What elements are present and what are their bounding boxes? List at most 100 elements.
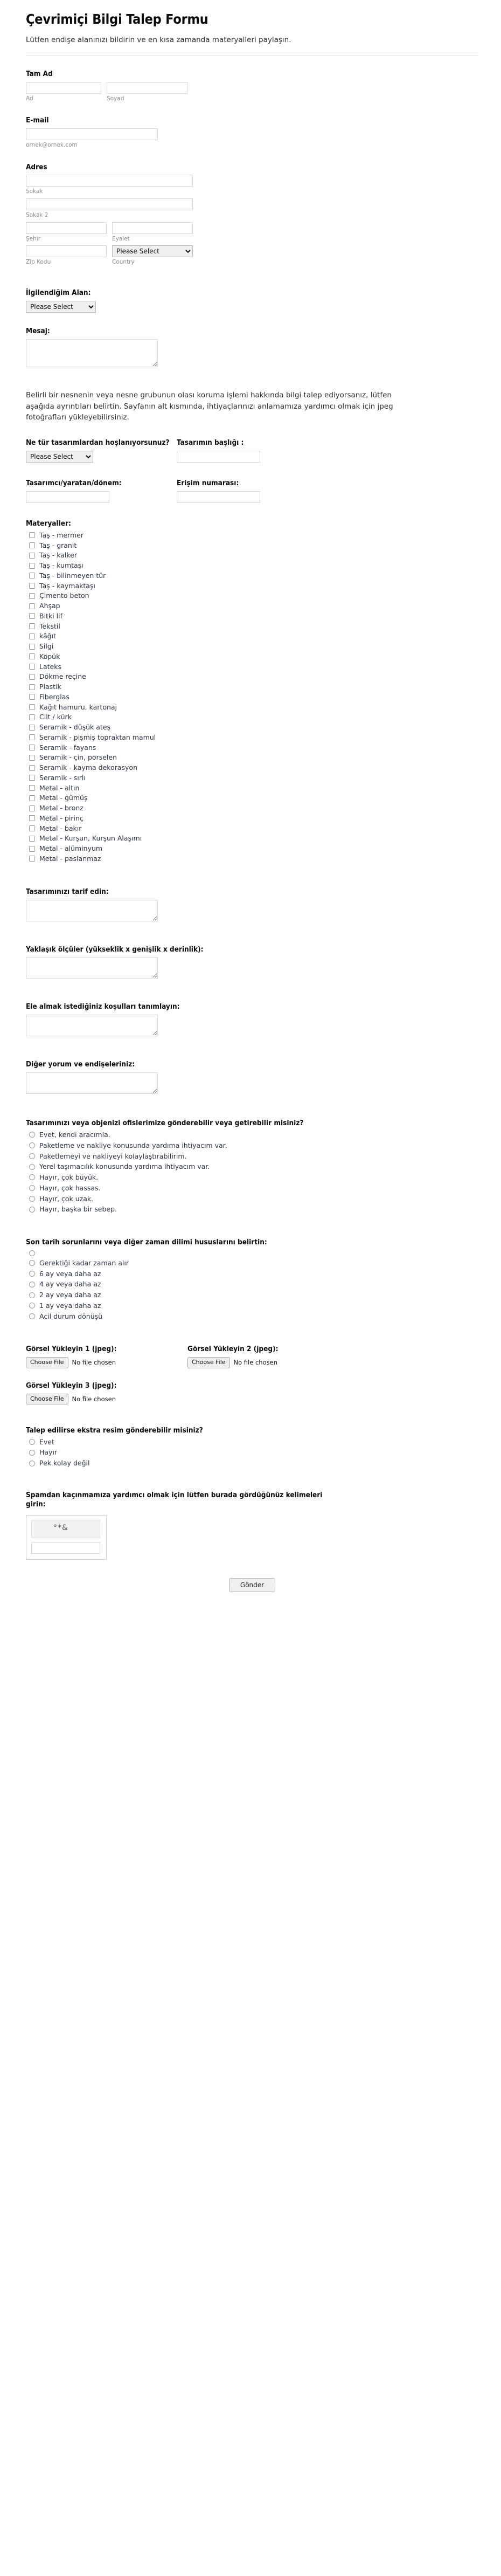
material-option-row[interactable]: Taş - bilinmeyen tür: [26, 572, 478, 580]
address-city-input[interactable]: [26, 222, 107, 234]
design-type-select[interactable]: Please Select: [26, 451, 93, 463]
radio-icon[interactable]: [29, 1163, 35, 1170]
checkbox-icon[interactable]: [29, 583, 35, 589]
checkbox-icon[interactable]: [29, 623, 35, 630]
shipping-option-row[interactable]: Evet, kendi aracımla.: [26, 1131, 478, 1139]
material-option-row[interactable]: Seramik - çin, porselen: [26, 754, 478, 761]
last-name-input[interactable]: [107, 81, 187, 94]
checkbox-icon[interactable]: [29, 754, 35, 761]
material-option-row[interactable]: Metal - paslanmaz: [26, 855, 478, 863]
material-option-row[interactable]: Ahşap: [26, 602, 478, 610]
describe-design-textarea[interactable]: [26, 899, 158, 921]
checkbox-icon[interactable]: [29, 745, 35, 751]
first-name-input[interactable]: [26, 81, 101, 94]
material-option-row[interactable]: Metal - alüminyum: [26, 845, 478, 852]
material-option-row[interactable]: Taş - kalker: [26, 552, 478, 559]
checkbox-icon[interactable]: [29, 562, 35, 569]
material-option-row[interactable]: Cilt / kürk: [26, 713, 478, 721]
checkbox-icon[interactable]: [29, 684, 35, 690]
radio-icon[interactable]: [29, 1153, 35, 1159]
radio-icon[interactable]: [29, 1439, 35, 1445]
checkbox-icon[interactable]: [29, 835, 35, 842]
upload-2-choose-file-button[interactable]: Choose File: [187, 1357, 230, 1368]
material-option-row[interactable]: Taş - mermer: [26, 532, 478, 539]
radio-icon[interactable]: [29, 1271, 35, 1277]
radio-icon[interactable]: [29, 1206, 35, 1213]
material-option-row[interactable]: Metal - altın: [26, 784, 478, 792]
checkbox-icon[interactable]: [29, 664, 35, 670]
radio-icon[interactable]: [29, 1460, 35, 1466]
material-option-row[interactable]: Tekstil: [26, 622, 478, 630]
checkbox-icon[interactable]: [29, 714, 35, 720]
deadline-option-row[interactable]: Acil durum dönüşü: [26, 1312, 478, 1320]
conditions-textarea[interactable]: [26, 1015, 158, 1037]
other-comments-textarea[interactable]: [26, 1072, 158, 1094]
extra-images-option-row[interactable]: Pek kolay değil: [26, 1459, 478, 1467]
checkbox-icon[interactable]: [29, 532, 35, 539]
dimensions-textarea[interactable]: [26, 957, 158, 979]
checkbox-icon[interactable]: [29, 613, 35, 619]
shipping-option-row[interactable]: Hayır, çok hassas.: [26, 1184, 478, 1192]
checkbox-icon[interactable]: [29, 573, 35, 579]
design-title-input[interactable]: [177, 451, 260, 463]
checkbox-icon[interactable]: [29, 552, 35, 559]
accession-input[interactable]: [177, 491, 260, 504]
material-option-row[interactable]: kâğıt: [26, 632, 478, 640]
deadline-option-row[interactable]: 4 ay veya daha az: [26, 1280, 478, 1288]
radio-icon[interactable]: [29, 1281, 35, 1287]
radio-icon[interactable]: [29, 1142, 35, 1149]
checkbox-icon[interactable]: [29, 795, 35, 801]
address-country-select[interactable]: Please Select: [112, 245, 193, 258]
checkbox-icon[interactable]: [29, 704, 35, 711]
message-textarea[interactable]: [26, 339, 158, 367]
deadline-option-row[interactable]: [26, 1250, 478, 1256]
interest-area-select[interactable]: Please Select: [26, 300, 96, 313]
material-option-row[interactable]: Seramik - sırlı: [26, 774, 478, 782]
checkbox-icon[interactable]: [29, 775, 35, 781]
checkbox-icon[interactable]: [29, 673, 35, 680]
checkbox-icon[interactable]: [29, 593, 35, 599]
material-option-row[interactable]: Bitki lif: [26, 612, 478, 620]
checkbox-icon[interactable]: [29, 825, 35, 832]
email-input[interactable]: [26, 128, 158, 140]
checkbox-icon[interactable]: [29, 603, 35, 609]
deadline-option-row[interactable]: Gerektiği kadar zaman alır: [26, 1259, 478, 1267]
deadline-option-row[interactable]: 1 ay veya daha az: [26, 1302, 478, 1310]
address-state-input[interactable]: [112, 222, 193, 234]
address-zip-input[interactable]: [26, 245, 107, 258]
address-street2-input[interactable]: [26, 198, 193, 211]
material-option-row[interactable]: Plastik: [26, 683, 478, 691]
shipping-option-row[interactable]: Paketleme ve nakliye konusunda yardıma i…: [26, 1142, 478, 1149]
checkbox-icon[interactable]: [29, 805, 35, 811]
radio-icon[interactable]: [29, 1292, 35, 1298]
radio-icon[interactable]: [29, 1174, 35, 1181]
designer-input[interactable]: [26, 491, 109, 504]
checkbox-icon[interactable]: [29, 653, 35, 660]
radio-icon[interactable]: [29, 1195, 35, 1202]
material-option-row[interactable]: Kağıt hamuru, kartonaj: [26, 703, 478, 711]
radio-icon[interactable]: [29, 1260, 35, 1266]
checkbox-icon[interactable]: [29, 845, 35, 852]
submit-button[interactable]: Gönder: [228, 1578, 276, 1593]
material-option-row[interactable]: Çimento beton: [26, 592, 478, 600]
material-option-row[interactable]: Seramik - pişmiş topraktan mamul: [26, 734, 478, 741]
checkbox-icon[interactable]: [29, 643, 35, 650]
material-option-row[interactable]: Metal - bronz: [26, 804, 478, 812]
radio-icon[interactable]: [29, 1185, 35, 1191]
material-option-row[interactable]: Dökme reçine: [26, 673, 478, 680]
material-option-row[interactable]: Seramik - düşük ateş: [26, 724, 478, 731]
radio-icon[interactable]: [29, 1303, 35, 1309]
radio-icon[interactable]: [29, 1313, 35, 1320]
extra-images-option-row[interactable]: Evet: [26, 1438, 478, 1446]
shipping-option-row[interactable]: Paketlemeyi ve nakliyeyi kolaylaştırabil…: [26, 1152, 478, 1160]
material-option-row[interactable]: Taş - granit: [26, 541, 478, 549]
material-option-row[interactable]: Köpük: [26, 653, 478, 660]
upload-3-choose-file-button[interactable]: Choose File: [26, 1393, 68, 1404]
material-option-row[interactable]: Seramik - kayma dekorasyon: [26, 764, 478, 772]
material-option-row[interactable]: Metal - pirinç: [26, 815, 478, 822]
checkbox-icon[interactable]: [29, 785, 35, 791]
captcha-input[interactable]: [31, 1542, 100, 1554]
material-option-row[interactable]: Lateks: [26, 663, 478, 671]
material-option-row[interactable]: Taş - kaymaktaşı: [26, 582, 478, 590]
shipping-option-row[interactable]: Hayır, çok büyük.: [26, 1174, 478, 1181]
